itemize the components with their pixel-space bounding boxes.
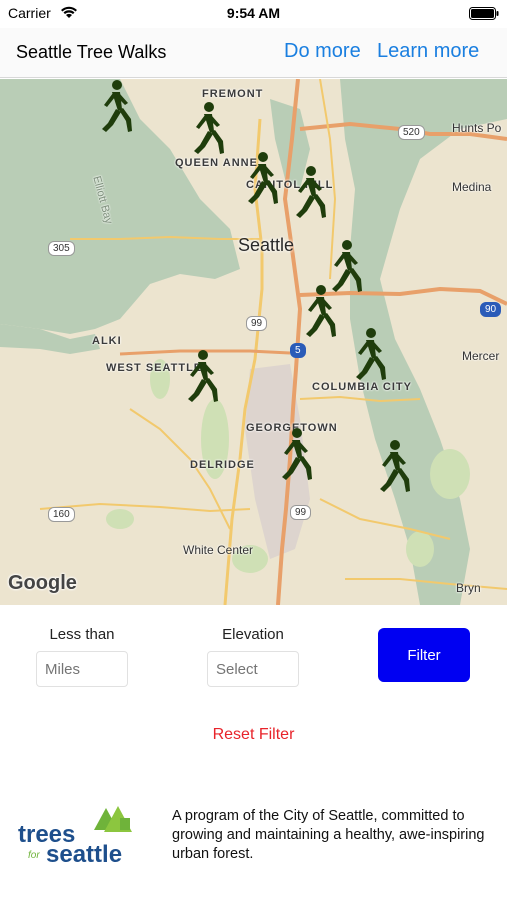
label-medina: Medina <box>452 180 492 194</box>
label-seattle: Seattle <box>238 235 295 255</box>
trees-for-seattle-logo: trees for seattle <box>18 806 132 866</box>
walk-marker-icon[interactable] <box>240 151 282 205</box>
label-mercer: Mercer <box>462 349 500 363</box>
walk-marker-icon[interactable] <box>94 79 136 133</box>
walk-marker-icon[interactable] <box>288 165 330 219</box>
page-title: Seattle Tree Walks <box>16 42 167 62</box>
walk-marker-icon[interactable] <box>298 284 340 338</box>
battery-icon <box>469 7 499 20</box>
filter-button[interactable]: Filter <box>378 628 470 682</box>
status-bar: Carrier 9:54 AM <box>0 0 507 28</box>
map-view[interactable]: FREMONT QUEEN ANNE CAPITOL HILL Seattle … <box>0 79 507 605</box>
shield-i5: 5 <box>290 343 306 358</box>
walk-marker-icon[interactable] <box>180 349 222 403</box>
label-delridge: DELRIDGE <box>190 459 255 471</box>
shield-i90: 90 <box>480 302 502 317</box>
label-hunts-point: Hunts Po <box>452 121 502 135</box>
shield-520: 520 <box>398 125 425 140</box>
logo-for-text: for <box>28 850 40 861</box>
elevation-label: Elevation <box>222 626 284 643</box>
label-columbia-city: COLUMBIA CITY <box>312 381 412 393</box>
shield-305: 305 <box>48 241 75 256</box>
shield-160: 160 <box>48 507 75 522</box>
program-description: A program of the City of Seattle, commit… <box>172 808 485 862</box>
label-bryn: Bryn <box>456 581 481 595</box>
miles-input[interactable] <box>36 651 128 687</box>
google-logo: Google <box>8 572 77 594</box>
walk-marker-icon[interactable] <box>186 101 228 155</box>
reset-filter-button[interactable]: Reset Filter <box>0 726 507 744</box>
status-time: 9:54 AM <box>226 5 281 21</box>
label-white-center: White Center <box>183 543 254 557</box>
label-fremont: FREMONT <box>202 88 264 100</box>
label-alki: ALKI <box>92 335 122 347</box>
walk-marker-icon[interactable] <box>274 427 316 481</box>
less-than-label: Less than <box>49 626 115 643</box>
learn-more-button[interactable]: Learn more <box>377 40 479 63</box>
navigation-bar: Seattle Tree Walks Do more Learn more <box>0 28 507 78</box>
walk-marker-icon[interactable] <box>372 439 414 493</box>
shield-99-south: 99 <box>290 505 312 520</box>
elevation-select[interactable] <box>207 651 299 687</box>
shield-99-north: 99 <box>246 316 268 331</box>
do-more-button[interactable]: Do more <box>284 40 361 63</box>
walk-marker-icon[interactable] <box>348 327 390 381</box>
logo-seattle-text: seattle <box>46 841 122 866</box>
